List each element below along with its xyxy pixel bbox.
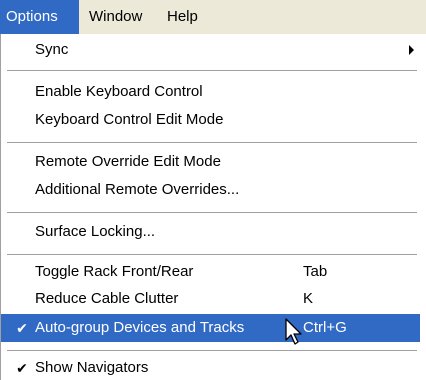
menu-item-remote-override-edit-mode[interactable]: Remote Override Edit Mode: [1, 148, 420, 176]
mouse-pointer-icon: [285, 318, 302, 345]
menu-item-reduce-cable-clutter[interactable]: Reduce Cable Clutter K: [1, 285, 420, 313]
menu-separator: [7, 70, 417, 71]
chevron-right-icon: [409, 45, 414, 55]
app-screen: Options Window Help Sync Enable Keyboard…: [0, 0, 426, 380]
menu-item-toggle-rack-label: Toggle Rack Front/Rear: [35, 263, 194, 280]
menu-item-enable-keyboard-control[interactable]: Enable Keyboard Control: [1, 78, 420, 106]
menu-item-reduce-cable-clutter-shortcut: K: [303, 290, 314, 307]
menu-window[interactable]: Window: [83, 0, 155, 34]
menu-item-remote-override-edit-mode-label: Remote Override Edit Mode: [35, 153, 221, 170]
menu-item-surface-locking[interactable]: Surface Locking...: [1, 218, 420, 246]
menu-item-additional-remote-overrides-label: Additional Remote Overrides...: [35, 181, 240, 198]
menu-item-keyboard-control-edit-mode[interactable]: Keyboard Control Edit Mode: [1, 106, 420, 134]
menu-item-additional-remote-overrides[interactable]: Additional Remote Overrides...: [1, 176, 420, 204]
menu-options[interactable]: Options: [0, 0, 79, 34]
checkmark-icon: ✔: [16, 320, 28, 336]
menu-item-toggle-rack-shortcut: Tab: [303, 263, 328, 280]
menu-separator: [7, 142, 417, 143]
menu-item-auto-group-shortcut: Ctrl+G: [303, 319, 347, 336]
menu-separator: [7, 254, 417, 255]
menu-help[interactable]: Help: [161, 0, 209, 34]
menu-item-toggle-rack[interactable]: Toggle Rack Front/Rear Tab: [1, 258, 420, 286]
menu-window-label: Window: [89, 8, 143, 25]
menu-bar: Options Window Help: [0, 0, 426, 35]
menu-options-label: Options: [6, 8, 58, 25]
menu-item-reduce-cable-clutter-label: Reduce Cable Clutter: [35, 290, 179, 307]
menu-separator: [7, 212, 417, 213]
checkmark-icon: ✔: [16, 360, 28, 376]
menu-item-surface-locking-label: Surface Locking...: [35, 223, 156, 240]
menu-separator: [7, 350, 417, 351]
menu-item-auto-group-label: Auto-group Devices and Tracks: [35, 319, 245, 336]
menu-item-sync-label: Sync: [35, 41, 69, 58]
options-dropdown: Sync Enable Keyboard Control Keyboard Co…: [0, 34, 426, 380]
menu-item-sync[interactable]: Sync: [1, 36, 420, 64]
menu-help-label: Help: [167, 8, 198, 25]
menu-item-keyboard-control-edit-mode-label: Keyboard Control Edit Mode: [35, 111, 224, 128]
menu-item-show-navigators-label: Show Navigators: [35, 359, 149, 376]
menu-item-enable-keyboard-control-label: Enable Keyboard Control: [35, 83, 203, 100]
menu-item-show-navigators[interactable]: ✔ Show Navigators: [1, 354, 420, 380]
menu-item-auto-group[interactable]: ✔ Auto-group Devices and Tracks Ctrl+G: [1, 314, 420, 342]
